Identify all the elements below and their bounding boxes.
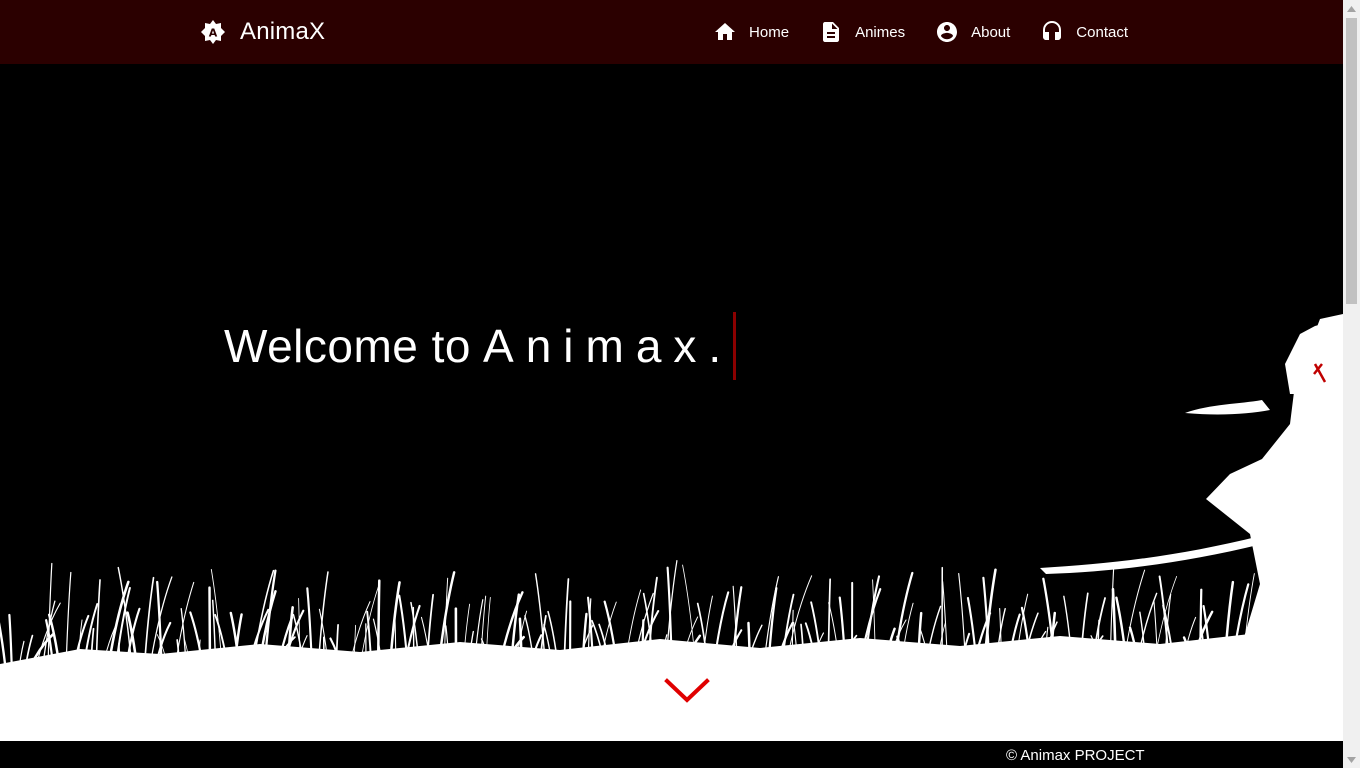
chevron-down-icon[interactable] (664, 676, 710, 708)
hero-illustration (0, 314, 1343, 741)
nav-item-animes[interactable]: Animes (819, 12, 905, 52)
svg-text:A: A (209, 27, 218, 40)
account-circle-icon (937, 22, 958, 42)
typing-caret (733, 312, 737, 380)
navbar: A AnimaX Home Animes About Contact (0, 0, 1343, 64)
hero-section: Welcome to Animax. (0, 64, 1343, 741)
scrollbar-thumb[interactable] (1346, 18, 1357, 304)
scroll-up-arrow-icon[interactable] (1343, 0, 1360, 17)
nav-item-label: Animes (855, 23, 906, 41)
home-icon (715, 23, 736, 40)
scroll-down-arrow-icon[interactable] (1343, 751, 1360, 768)
nav-item-label: Contact (1076, 23, 1128, 41)
main-nav: Home Animes About Contact (713, 0, 1128, 64)
nav-item-label: About (971, 23, 1011, 41)
nav-item-about[interactable]: About (935, 12, 1010, 52)
footer: © Animax PROJECT (0, 741, 1343, 768)
welcome-prefix: Welcome to (224, 320, 472, 372)
copyright-text: © Animax PROJECT (1006, 747, 1145, 764)
document-icon (823, 22, 840, 42)
welcome-typed-text: Animax. (483, 320, 734, 372)
vertical-scrollbar[interactable] (1343, 0, 1360, 768)
welcome-heading: Welcome to Animax. (224, 312, 737, 380)
nav-item-home[interactable]: Home (713, 12, 789, 52)
headset-icon (1043, 21, 1062, 40)
page: A AnimaX Home Animes About Contact Welco… (0, 0, 1343, 768)
nav-item-label: Home (749, 23, 790, 41)
brand-logo[interactable]: A AnimaX (200, 14, 325, 50)
anime-badge-icon: A (201, 20, 225, 44)
brand-name: AnimaX (240, 18, 326, 45)
nav-item-contact[interactable]: Contact (1040, 12, 1128, 52)
